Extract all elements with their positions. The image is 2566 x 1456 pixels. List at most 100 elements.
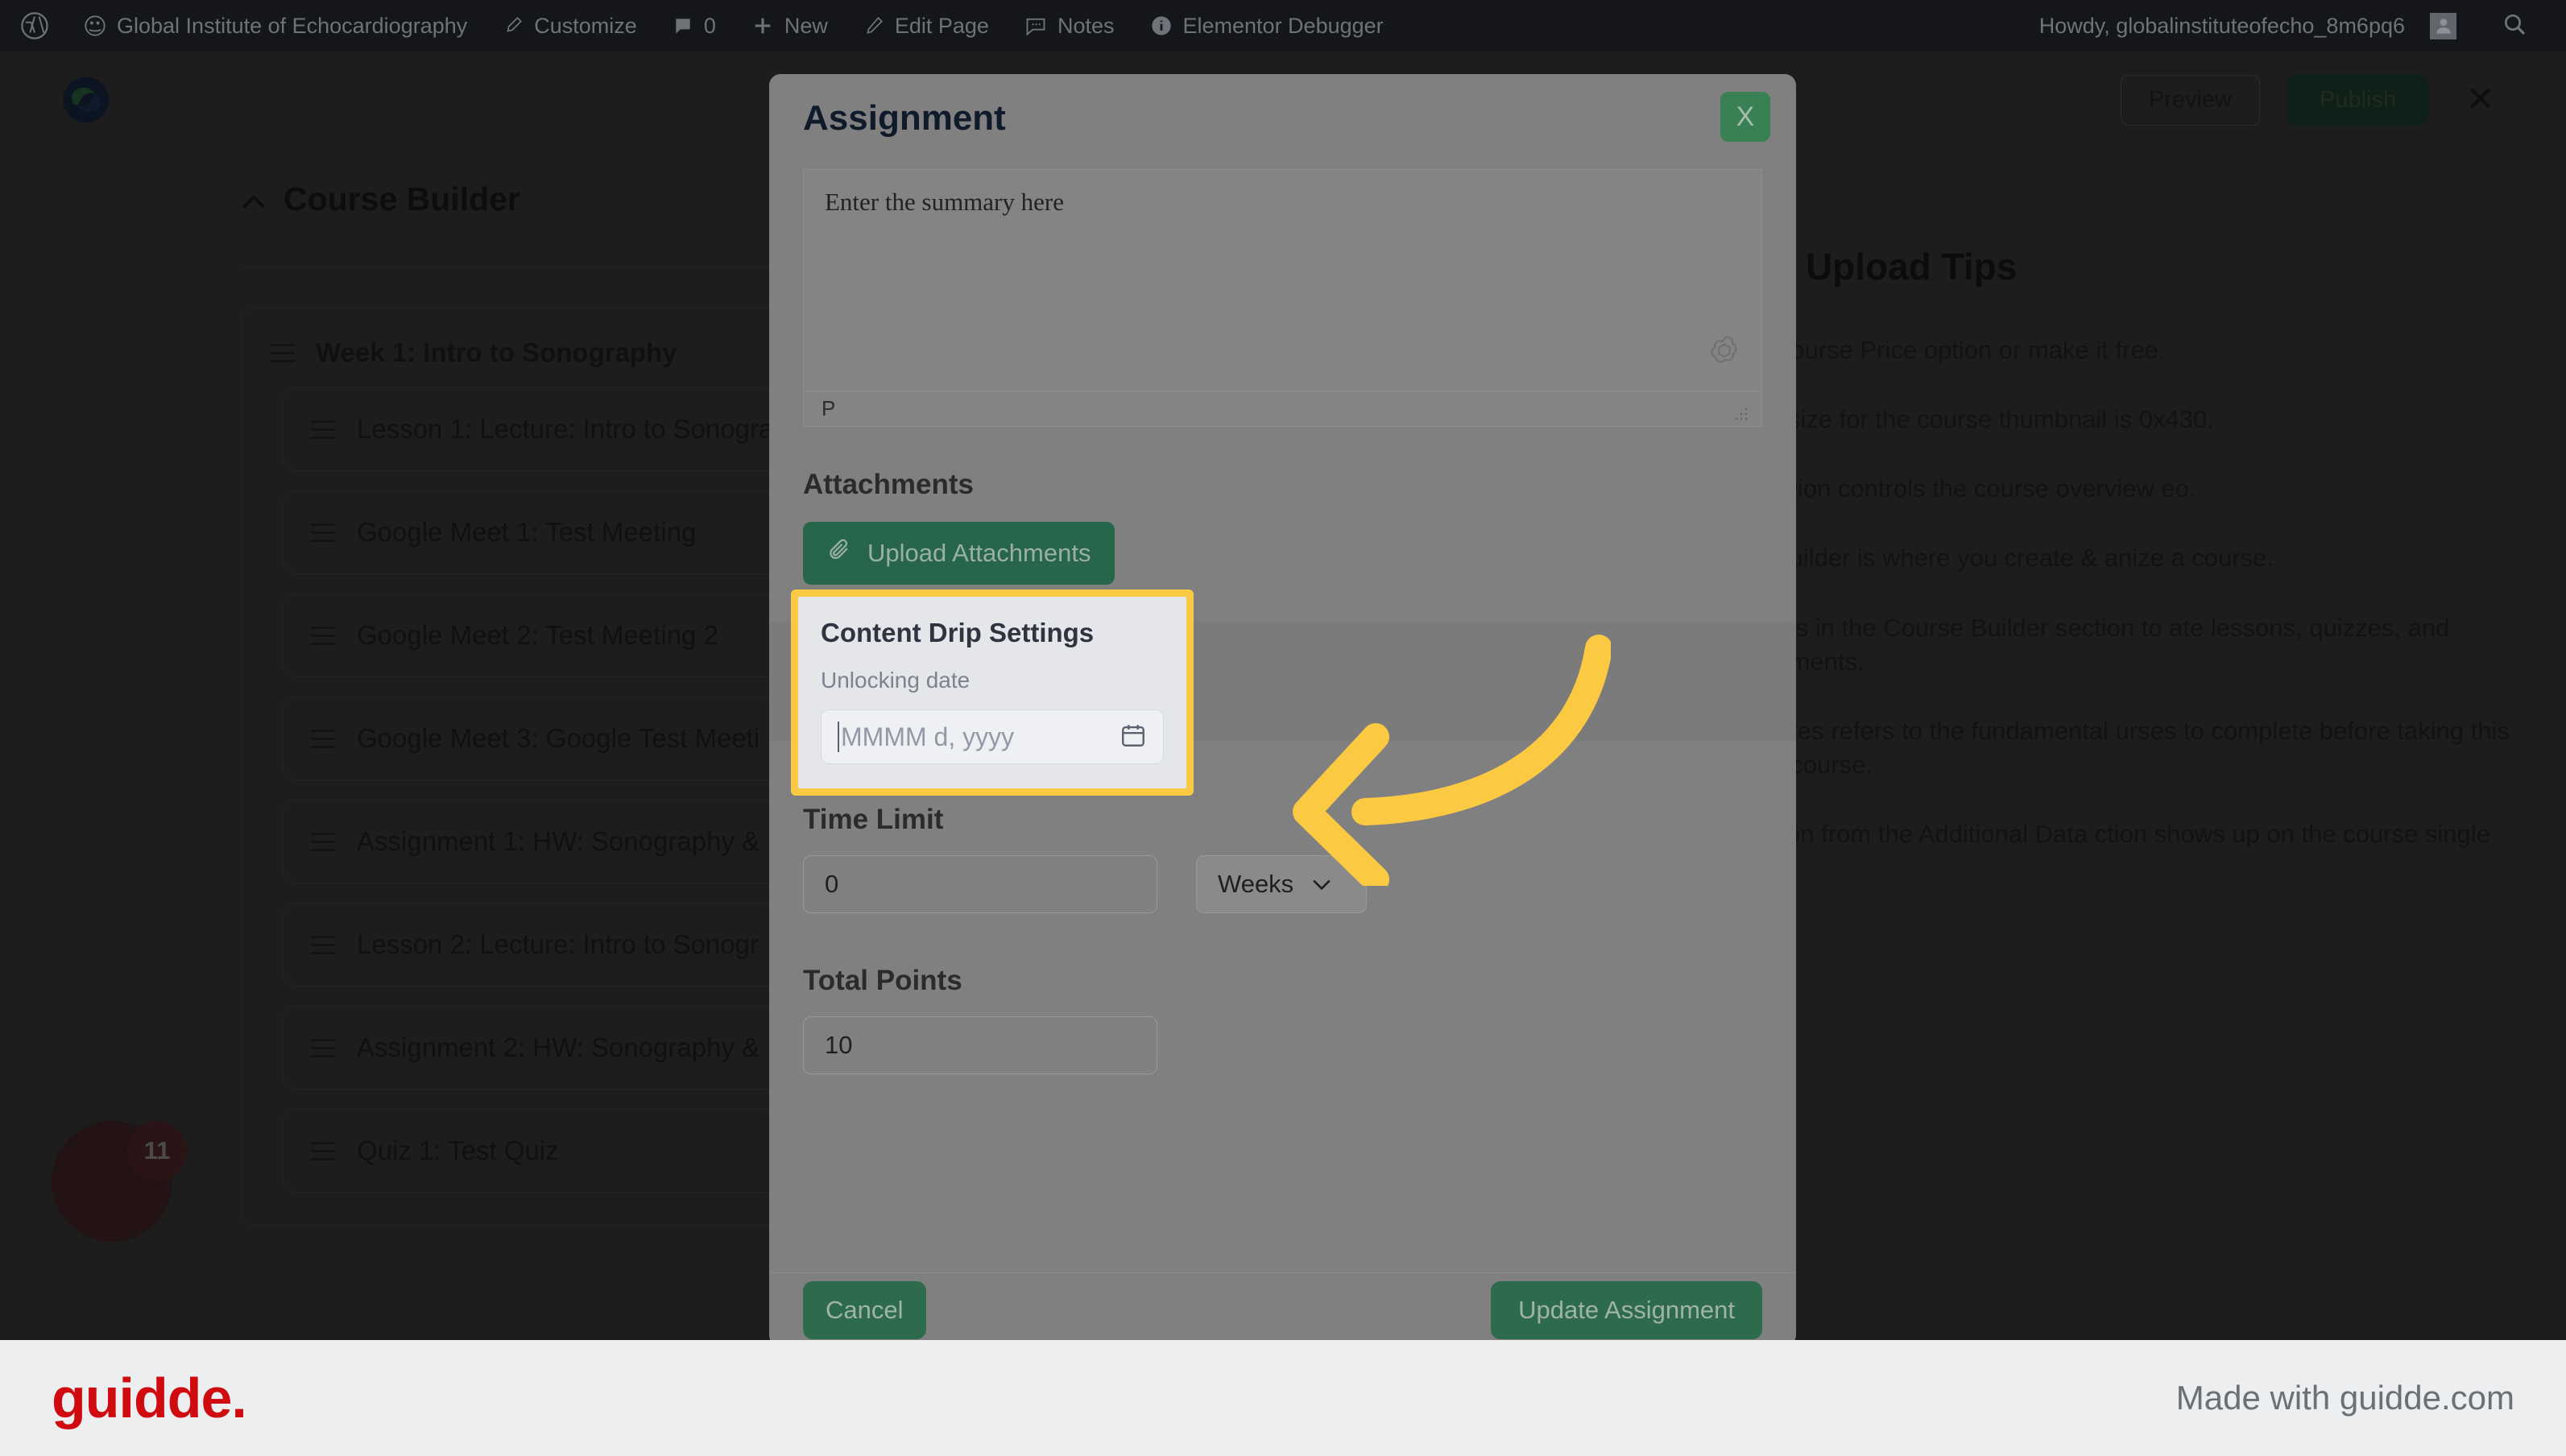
course-builder-title: Course Builder — [284, 180, 520, 217]
topic-title: Week 1: Intro to Sonography — [316, 337, 677, 367]
cancel-button[interactable]: Cancel — [803, 1280, 926, 1339]
wp-admin-bar: Global Institute of Echocardiography Cus… — [0, 0, 2566, 52]
comment-icon — [673, 15, 693, 36]
notes-icon — [1024, 14, 1047, 37]
list-item-label: Google Meet 2: Test Meeting 2 — [357, 620, 718, 650]
adminbar-item-elementor-debugger[interactable]: Elementor Debugger — [1132, 14, 1401, 39]
info-icon — [1150, 14, 1173, 37]
time-limit-unit-value: Weeks — [1218, 870, 1294, 898]
wordpress-icon — [21, 12, 48, 39]
tip-paragraph: ndard size for the course thumbnail is 0… — [1717, 405, 2214, 434]
adminbar-item-wordpress[interactable] — [18, 12, 66, 39]
tip-paragraph: ormation from the Additional Data ction … — [1717, 820, 2490, 882]
adminbar-item-site[interactable]: Global Institute of Echocardiography — [66, 14, 485, 39]
adminbar-item-notes[interactable]: Notes — [1007, 14, 1132, 39]
tip-paragraph: t the Course Price option or make it fre… — [1717, 336, 2166, 364]
preview-button[interactable]: Preview — [2120, 74, 2260, 126]
assignment-modal: Assignment X Enter the summary here P At… — [769, 74, 1796, 1346]
brush-icon — [503, 15, 524, 36]
list-item-label: Lesson 2: Lecture: Intro to Sonogr — [357, 929, 759, 959]
made-with-guidde-label: Made with guidde.com — [2175, 1379, 2514, 1417]
attachments-label: Attachments — [803, 469, 974, 500]
list-item-label: Quiz 1: Test Quiz — [357, 1135, 559, 1165]
time-limit-unit-select[interactable]: Weeks — [1196, 855, 1367, 913]
guidde-footer: guidde. Made with guidde.com — [0, 1340, 2566, 1456]
adminbar-item-new[interactable]: New — [734, 14, 846, 39]
upload-attachments-label: Upload Attachments — [867, 539, 1091, 567]
tip-paragraph: urse Builder is where you create & anize… — [1717, 544, 2274, 573]
unlocking-date-label: Unlocking date — [821, 668, 971, 693]
time-limit-input[interactable]: 0 — [803, 855, 1157, 913]
tip-paragraph: requisites refers to the fundamental urs… — [1717, 716, 2510, 780]
assignment-fields: Time Limit 0 Weeks Total Points 10 — [769, 804, 1796, 1074]
modal-body: Enter the summary here P Attachments Upl… — [769, 163, 1796, 1272]
drag-handle-icon[interactable] — [311, 724, 336, 754]
paperclip-icon — [827, 538, 851, 569]
content-drip-title: Content Drip Settings — [821, 618, 1095, 647]
adminbar-item-customize[interactable]: Customize — [485, 14, 655, 39]
tip-paragraph: d Topics in the Course Builder section t… — [1717, 613, 2450, 676]
page-title: urse Upload Tips — [1717, 246, 2018, 287]
guidde-logo: guidde. — [52, 1367, 247, 1429]
modal-close-button[interactable]: X — [1720, 92, 1770, 142]
summary-field-wrap: Enter the summary here P Attachments Upl… — [769, 169, 1796, 585]
content-drip-settings-card: Content Drip Settings Unlocking date MMM… — [791, 589, 1194, 796]
adminbar-label-notes: Notes — [1057, 13, 1115, 38]
calendar-icon[interactable] — [1120, 722, 1147, 753]
chevron-up-icon — [242, 180, 266, 218]
list-item-label: Assignment 2: HW: Sonography & — [357, 1032, 760, 1062]
adminbar-item-comments[interactable]: 0 — [655, 14, 734, 39]
total-points-label: Total Points — [803, 965, 962, 996]
pencil-icon — [863, 15, 884, 36]
screen: Global Institute of Echocardiography Cus… — [0, 0, 2566, 1456]
drag-handle-icon[interactable] — [311, 1136, 336, 1166]
update-assignment-button[interactable]: Update Assignment — [1491, 1280, 1762, 1339]
summary-editor[interactable]: Enter the summary here P — [803, 169, 1762, 427]
adminbar-label-comments: 0 — [703, 13, 716, 38]
summary-placeholder: Enter the summary here — [825, 188, 1064, 216]
chevron-down-icon — [1311, 870, 1332, 899]
notification-badge: 11 — [127, 1121, 187, 1181]
tutor-lms-logo-icon[interactable] — [61, 75, 111, 125]
drag-handle-icon[interactable] — [311, 518, 336, 548]
time-limit-label: Time Limit — [803, 804, 944, 835]
list-item-label: Google Meet 3: Google Test Meeti — [357, 723, 760, 753]
modal-footer: Cancel Update Assignment — [769, 1272, 1796, 1346]
adminbar-account[interactable]: Howdy, globalinstituteofecho_8m6pq6 — [2022, 12, 2474, 39]
chat-widget[interactable]: 11 — [52, 1121, 187, 1256]
close-icon[interactable]: ✕ — [2456, 82, 2505, 118]
adminbar-right-group: Howdy, globalinstituteofecho_8m6pq6 — [2022, 11, 2548, 41]
summary-textarea[interactable]: Enter the summary here — [804, 170, 1761, 391]
upload-attachments-button[interactable]: Upload Attachments — [803, 522, 1115, 585]
drag-handle-icon[interactable] — [311, 1033, 336, 1063]
openai-icon[interactable] — [1707, 333, 1742, 373]
adminbar-search-button[interactable] — [2474, 11, 2548, 41]
text-caret — [838, 722, 839, 752]
user-avatar-icon — [2430, 12, 2456, 39]
adminbar-greeting: Howdy, globalinstituteofecho_8m6pq6 — [2038, 13, 2405, 38]
unlocking-date-input[interactable]: MMMM d, yyyy — [821, 709, 1164, 764]
drag-handle-icon[interactable] — [311, 827, 336, 857]
publish-button[interactable]: Publish — [2287, 73, 2429, 126]
drag-handle-icon[interactable] — [311, 415, 336, 445]
drag-handle-icon[interactable] — [311, 930, 336, 960]
modal-header: Assignment X — [769, 74, 1796, 163]
list-item-label: Assignment 1: HW: Sonography & — [357, 826, 760, 856]
drag-handle-icon[interactable] — [311, 621, 336, 651]
search-icon — [2502, 11, 2527, 41]
list-item-label: Google Meet 1: Test Meeting — [357, 517, 697, 547]
time-limit-row: 0 Weeks — [803, 855, 1762, 913]
total-points-input[interactable]: 10 — [803, 1016, 1157, 1074]
drag-handle-icon[interactable] — [270, 338, 295, 368]
editor-topbar-actions: Preview Publish ✕ — [2120, 73, 2505, 126]
resize-grip-icon[interactable] — [1734, 402, 1749, 420]
adminbar-label-customize: Customize — [534, 13, 637, 38]
tip-paragraph: eo section controls the course overview … — [1717, 474, 2196, 503]
adminbar-item-edit-page[interactable]: Edit Page — [846, 14, 1007, 39]
plus-icon — [751, 14, 774, 37]
course-upload-tips-panel: urse Upload Tips t the Course Price opti… — [1717, 245, 2523, 921]
adminbar-label-site: Global Institute of Echocardiography — [117, 13, 468, 38]
site-icon — [84, 14, 106, 37]
editor-path: P — [822, 396, 836, 420]
content-drip-band: Content Drip Settings Unlocking date MMM… — [769, 589, 1796, 796]
